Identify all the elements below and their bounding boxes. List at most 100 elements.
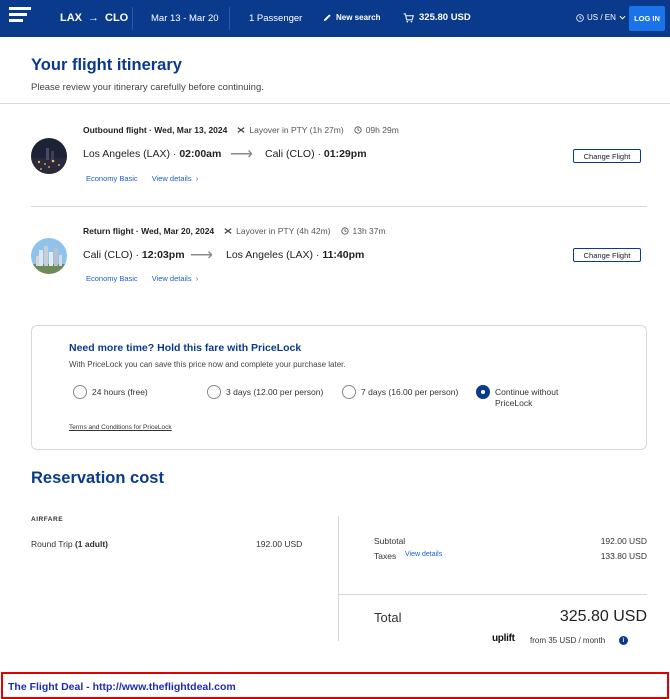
section-divider bbox=[0, 103, 670, 104]
return-departure-city: Cali (CLO) · bbox=[83, 249, 142, 261]
taxes-view-details-link[interactable]: View details bbox=[405, 551, 442, 558]
info-icon[interactable]: i bbox=[619, 636, 628, 645]
route-destination: CLO bbox=[105, 12, 129, 24]
flight-deal-footer: The Flight Deal - http://www.theflightde… bbox=[1, 672, 669, 699]
outbound-view-details-link[interactable]: View details › bbox=[152, 174, 199, 183]
plane-icon bbox=[224, 228, 232, 234]
header-divider bbox=[132, 7, 133, 30]
radio-continue-without-label[interactable]: Continue without PriceLock bbox=[495, 387, 575, 409]
los-angeles-day-thumbnail bbox=[31, 238, 67, 274]
flight-deal-footer-text: The Flight Deal - http://www.theflightde… bbox=[8, 681, 236, 693]
subtotal-label: Subtotal bbox=[374, 536, 406, 546]
login-button[interactable]: LOG IN bbox=[629, 6, 665, 31]
return-layover: Layover in PTY (4h 42m) bbox=[224, 226, 331, 236]
total-divider bbox=[338, 594, 647, 595]
cart-button[interactable]: 325.80 USD bbox=[403, 12, 471, 23]
new-search-button[interactable]: New search bbox=[323, 13, 380, 22]
clock-icon bbox=[576, 13, 584, 22]
route-arrow-icon: → bbox=[88, 12, 99, 24]
pricelock-subtitle: With PriceLock you can save this price n… bbox=[69, 360, 346, 369]
return-links: Economy Basic View details › bbox=[86, 274, 198, 283]
locale-selector[interactable]: US / EN bbox=[576, 13, 626, 22]
return-departure-time: 12:03pm bbox=[141, 249, 185, 261]
clock-icon bbox=[354, 126, 362, 134]
return-arrival-city: Los Angeles (LAX) · bbox=[226, 249, 323, 261]
pricelock-terms-link[interactable]: Terms and Conditions for PriceLock bbox=[69, 424, 172, 431]
return-flight-header: Return flight · Wed, Mar 20, 2024 Layove… bbox=[83, 226, 386, 236]
cart-total: 325.80 USD bbox=[419, 12, 471, 23]
outbound-departure-city: Los Angeles (LAX) · bbox=[83, 148, 180, 160]
outbound-departure: Los Angeles (LAX) · 02:00am bbox=[83, 148, 221, 160]
return-fare-link[interactable]: Economy Basic bbox=[86, 274, 138, 283]
return-arrival-time: 11:40pm bbox=[322, 249, 365, 261]
pencil-icon bbox=[323, 14, 331, 22]
taxes-amount: 133.80 USD bbox=[600, 551, 647, 561]
outbound-duration: 09h 29m bbox=[354, 125, 399, 135]
return-flight-label: Return flight · Wed, Mar 20, 2024 bbox=[83, 226, 215, 236]
radio-continue-without[interactable] bbox=[476, 385, 490, 399]
view-details-label: View details bbox=[151, 274, 192, 283]
route-summary: LAX → CLO bbox=[60, 12, 128, 24]
change-return-flight-button[interactable]: Change Flight bbox=[573, 248, 641, 262]
clock-icon bbox=[340, 227, 349, 235]
trip-type: Round Trip bbox=[31, 539, 73, 549]
pricelock-title: Need more time? Hold this fare with Pric… bbox=[69, 342, 302, 354]
plane-icon bbox=[237, 127, 245, 133]
outbound-arrival-city: Cali (CLO) · bbox=[265, 148, 324, 160]
outbound-arrival: Cali (CLO) · 01:29pm bbox=[265, 148, 367, 160]
route-origin: LAX bbox=[60, 12, 82, 24]
radio-24-hours-label[interactable]: 24 hours (free) bbox=[92, 387, 148, 397]
flight-divider bbox=[31, 206, 647, 207]
radio-24-hours[interactable] bbox=[73, 385, 87, 399]
page-subtitle: Please review your itinerary carefully b… bbox=[31, 82, 264, 93]
total-label: Total bbox=[374, 610, 402, 625]
return-view-details-link[interactable]: View details › bbox=[152, 274, 199, 283]
page-title: Your flight itinerary bbox=[31, 56, 182, 74]
outbound-flight-label: Outbound flight · Wed, Mar 13, 2024 bbox=[83, 125, 228, 135]
new-search-label: New search bbox=[336, 13, 381, 22]
top-nav-bar: LAX → CLO Mar 13 - Mar 20 1 Passenger Ne… bbox=[0, 0, 670, 37]
return-layover-text: Layover in PTY (4h 42m) bbox=[236, 226, 331, 236]
arrow-right-icon: ⟶ bbox=[190, 247, 213, 264]
radio-3-days[interactable] bbox=[207, 385, 221, 399]
outbound-layover: Layover in PTY (1h 27m) bbox=[237, 125, 344, 135]
cost-column-divider bbox=[338, 516, 339, 641]
trip-adults: (1 adult) bbox=[72, 539, 109, 549]
total-amount: 325.80 USD bbox=[559, 608, 647, 625]
uplift-logo: uplift bbox=[492, 633, 515, 644]
reservation-cost-title: Reservation cost bbox=[31, 469, 164, 487]
chevron-right-icon: › bbox=[193, 274, 199, 283]
trip-dates: Mar 13 - Mar 20 bbox=[151, 13, 219, 24]
return-duration-text: 13h 37m bbox=[352, 226, 386, 236]
outbound-fare-link[interactable]: Economy Basic bbox=[86, 174, 138, 183]
radio-7-days[interactable] bbox=[342, 385, 356, 399]
round-trip-amount: 192.00 USD bbox=[256, 539, 303, 549]
header-divider bbox=[229, 7, 230, 30]
outbound-duration-text: 09h 29m bbox=[365, 125, 399, 135]
subtotal-amount: 192.00 USD bbox=[600, 536, 647, 546]
radio-7-days-label[interactable]: 7 days (16.00 per person) bbox=[361, 387, 458, 397]
los-angeles-night-thumbnail bbox=[31, 138, 67, 174]
uplift-monthly-text: from 35 USD / month bbox=[530, 636, 606, 645]
round-trip-label: Round Trip (1 adult) bbox=[31, 539, 108, 549]
outbound-departure-time: 02:00am bbox=[179, 148, 222, 160]
arrow-right-icon: ⟶ bbox=[230, 146, 253, 163]
return-arrival: Los Angeles (LAX) · 11:40pm bbox=[226, 249, 364, 261]
cart-icon bbox=[403, 12, 414, 22]
return-duration: 13h 37m bbox=[340, 226, 386, 236]
return-departure: Cali (CLO) · 12:03pm bbox=[83, 249, 185, 261]
outbound-flight-header: Outbound flight · Wed, Mar 13, 2024 Layo… bbox=[83, 125, 399, 135]
airfare-section-label: AIRFARE bbox=[31, 516, 64, 523]
view-details-label: View details bbox=[151, 174, 192, 183]
outbound-links: Economy Basic View details › bbox=[86, 174, 198, 183]
taxes-label: Taxes bbox=[374, 551, 397, 561]
outbound-layover-text: Layover in PTY (1h 27m) bbox=[249, 125, 344, 135]
locale-label: US / EN bbox=[587, 13, 616, 22]
brand-logo-icon[interactable] bbox=[9, 7, 31, 29]
chevron-right-icon: › bbox=[193, 174, 199, 183]
change-outbound-flight-button[interactable]: Change Flight bbox=[573, 149, 641, 163]
chevron-down-icon bbox=[619, 15, 626, 20]
outbound-arrival-time: 01:29pm bbox=[323, 148, 367, 160]
passenger-count: 1 Passenger bbox=[249, 13, 303, 24]
radio-3-days-label[interactable]: 3 days (12.00 per person) bbox=[226, 387, 323, 397]
